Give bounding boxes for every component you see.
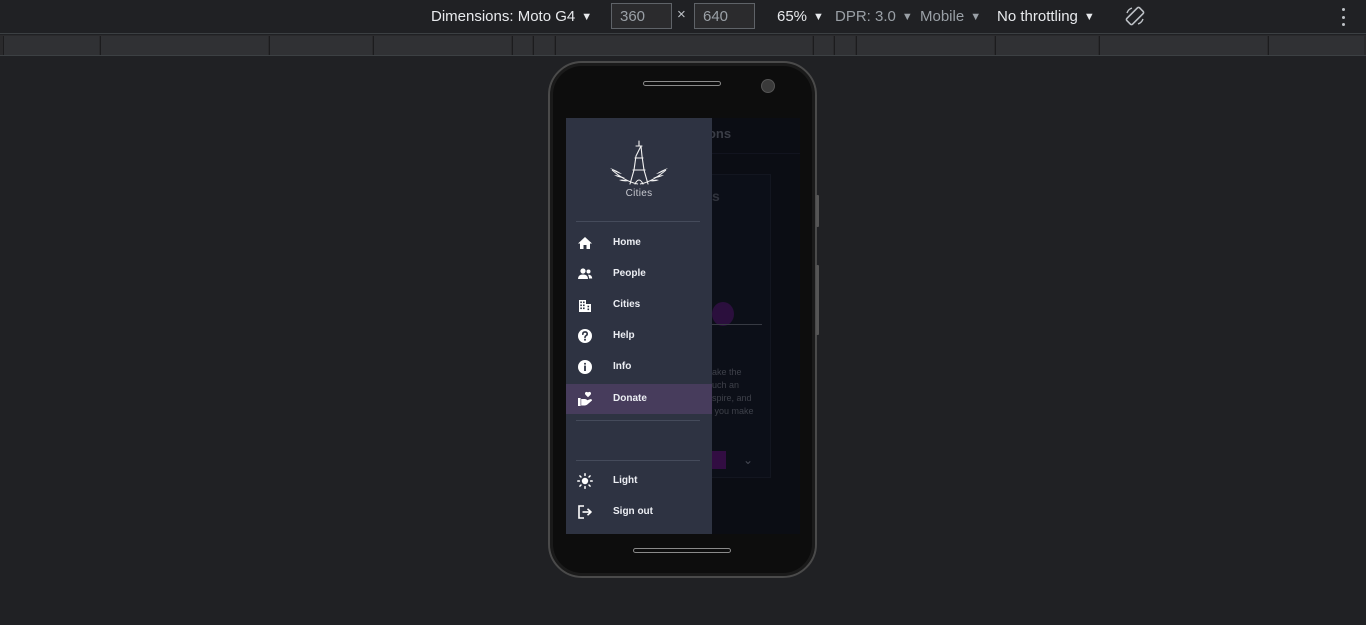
earpiece-speaker <box>643 81 721 86</box>
donate-icon <box>578 391 592 406</box>
drawer-divider <box>576 460 700 461</box>
media-query-segment[interactable] <box>813 36 833 55</box>
nav-item-label: People <box>613 268 646 279</box>
nav-item-label: Sign out <box>613 506 653 517</box>
bottom-speaker <box>633 548 731 553</box>
more-options-icon[interactable] <box>1336 6 1350 28</box>
width-input[interactable] <box>611 3 672 29</box>
media-query-ruler <box>0 35 1366 56</box>
eiffel-tower-logo-icon <box>610 140 668 185</box>
times-separator: × <box>677 6 686 23</box>
device-type-dropdown[interactable]: Mobile ▼ <box>920 0 981 33</box>
navigation-drawer: Cities Home People Cities Help Info Dona… <box>566 118 712 534</box>
dpr-dropdown[interactable]: DPR: 3.0 ▼ <box>835 0 913 33</box>
nav-item-label: Light <box>613 475 638 486</box>
nav-item-home[interactable]: Home <box>566 228 712 258</box>
nav-item-label: Home <box>613 237 641 248</box>
chevron-down-icon: ▼ <box>581 10 593 23</box>
sun-icon <box>577 473 593 489</box>
chevron-down-icon: ▼ <box>1083 10 1095 23</box>
theme-toggle-light[interactable]: Light <box>566 466 712 496</box>
home-icon <box>578 237 592 249</box>
nav-item-people[interactable]: People <box>566 259 712 289</box>
device-toolbar: Dimensions: Moto G4 ▼ × 65% ▼ DPR: 3.0 ▼… <box>0 0 1366 34</box>
help-icon <box>578 329 592 343</box>
chevron-down-icon: ▼ <box>901 10 913 23</box>
media-query-segment[interactable] <box>3 36 99 55</box>
device-dimensions-label: Dimensions: Moto G4 <box>431 8 576 25</box>
power-button <box>816 265 819 335</box>
chevron-down-icon: ▼ <box>970 10 982 23</box>
dpr-label: DPR: 3.0 <box>835 8 896 25</box>
sign-out-icon <box>578 505 592 519</box>
nav-item-label: Cities <box>613 299 641 310</box>
media-query-segment[interactable] <box>856 36 994 55</box>
device-type-label: Mobile <box>920 8 965 25</box>
nav-item-cities[interactable]: Cities <box>566 290 712 320</box>
nav-item-label: Info <box>613 361 632 372</box>
media-query-segment[interactable] <box>834 36 855 55</box>
drawer-divider <box>576 221 700 222</box>
height-input[interactable] <box>694 3 755 29</box>
device-dimensions-dropdown[interactable]: Dimensions: Moto G4 ▼ <box>431 0 592 33</box>
zoom-dropdown[interactable]: 65% ▼ <box>777 0 824 33</box>
nav-item-label: Help <box>613 330 635 341</box>
device-screen: tions s ake the uch an spire, and you ma… <box>566 118 800 534</box>
throttling-label: No throttling <box>997 8 1078 25</box>
media-query-segment[interactable] <box>533 36 554 55</box>
media-query-segment[interactable] <box>269 36 372 55</box>
front-camera <box>761 79 775 93</box>
media-query-segment[interactable] <box>995 36 1098 55</box>
media-query-segment[interactable] <box>1099 36 1267 55</box>
nav-item-help[interactable]: Help <box>566 321 712 351</box>
media-query-segment[interactable] <box>1268 36 1364 55</box>
media-query-segment[interactable] <box>100 36 268 55</box>
nav-item-label: Donate <box>613 393 647 404</box>
logo-text: Cities <box>625 188 653 199</box>
people-icon <box>578 268 593 279</box>
media-query-segment[interactable] <box>512 36 532 55</box>
drawer-divider <box>576 420 700 421</box>
info-icon <box>578 360 592 374</box>
rotate-icon[interactable] <box>1125 6 1145 26</box>
volume-button <box>816 195 819 227</box>
zoom-label: 65% <box>777 8 808 25</box>
sign-out-button[interactable]: Sign out <box>566 497 712 527</box>
media-query-segment[interactable] <box>555 36 812 55</box>
nav-item-donate[interactable]: Donate <box>566 384 712 414</box>
throttling-dropdown[interactable]: No throttling ▼ <box>997 0 1095 33</box>
media-query-segment[interactable] <box>373 36 511 55</box>
chevron-down-icon: ▼ <box>813 10 824 23</box>
city-icon <box>579 300 591 312</box>
nav-item-info[interactable]: Info <box>566 352 712 382</box>
